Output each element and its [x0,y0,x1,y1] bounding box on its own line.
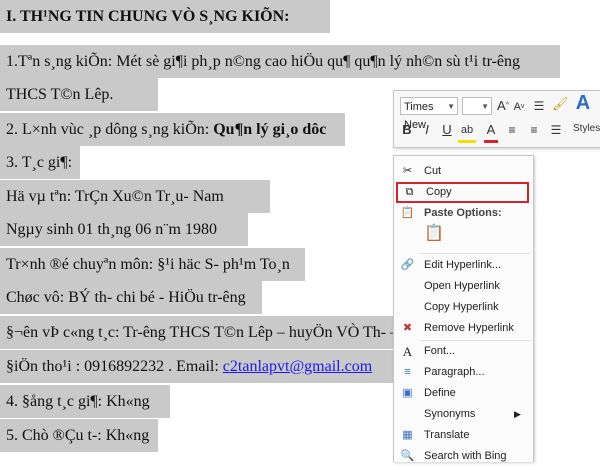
menu-item-label: Copy [426,186,452,198]
highlight-color-button[interactable]: ab [458,120,476,143]
line-text: 2. L×nh vùc ¸p dông s¸ng kiÕn: [6,121,214,138]
text-line: Tr×nh ®é chuyªn môn: §¹i häc S- ph¹m To¸… [0,248,305,281]
menu-item-label: Synonyms [424,408,476,420]
menu-section-paste-options: 📋 Paste Options: [394,203,533,224]
text-line: 5. Chò ®Çu t-: Kh«ng [0,419,158,452]
styles-gallery-icon[interactable]: ☰ [548,120,564,140]
scissors-icon: ✂ [402,165,413,177]
text-line: Chøc vô: BÝ th- chi bé - HiÖu tr-êng [0,281,262,314]
underline-button[interactable]: U [440,120,454,140]
menu-item-synonyms[interactable]: Synonyms ▶ [394,404,533,425]
italic-button[interactable]: I [420,120,434,140]
text-line: 3. T¸c gi¶: [0,146,80,179]
font-icon: A [402,344,413,359]
shrink-font-icon[interactable]: Av [512,97,526,117]
section-heading: I. TH¹NG TIN CHUNG VÒ S¸NG KIÕN: [0,0,330,33]
menu-item-label: Edit Hyperlink... [424,259,502,271]
search-bing-icon: 🔍 [400,450,415,462]
font-size-box[interactable]: ▼ [462,97,492,115]
menu-item-cut[interactable]: ✂ Cut [394,161,533,182]
text-line: Hä vµ tªn: TrÇn Xu©n Tr¸u- Nam [0,180,270,213]
font-color-button[interactable]: A [484,120,498,143]
bold-button[interactable]: B [400,120,414,140]
chevron-right-icon: ▶ [514,409,521,419]
paste-icon: 📋 [424,225,444,242]
chevron-down-icon[interactable]: ▼ [447,98,455,116]
menu-item-edit-hyperlink[interactable]: 🔗 Edit Hyperlink... [394,255,533,276]
text-line: 4. §ång t¸c gi¶: Kh«ng [0,385,170,418]
menu-item-label: Copy Hyperlink [424,301,499,313]
font-name-box[interactable]: Times New ▼ [400,97,458,131]
context-menu: ✂ Cut ⧉ Copy 📋 Paste Options: 📋 🔗 Edit H… [393,155,534,462]
menu-separator [420,253,530,254]
styles-label[interactable]: Styles [573,123,600,134]
text-line: §iÖn tho¹i : 0916892232 . Email: c2tanla… [0,350,393,383]
text-line: §¬ên vÞ c«ng t¸c: Tr-êng THCS T©n Lêp – … [0,316,398,349]
menu-item-define[interactable]: ▣ Define [394,383,533,404]
text-line: 1.Tªn s¸ng kiÕn: Mét sè gi¶i ph¸p n©ng c… [0,45,560,78]
text-line: THCS T©n Lêp. [0,78,158,111]
menu-item-label: Define [424,387,456,399]
menu-item-label: Paragraph... [424,366,485,378]
grow-font-icon[interactable]: A^ [496,96,510,116]
menu-item-font[interactable]: A Font... [394,341,533,362]
menu-item-label: Remove Hyperlink [424,322,514,334]
remove-hyperlink-icon: ✖ [402,322,413,334]
menu-item-remove-hyperlink[interactable]: ✖ Remove Hyperlink [394,318,533,339]
menu-item-label: Open Hyperlink [424,280,500,292]
menu-item-copy[interactable]: ⧉ Copy [396,182,529,203]
text-line: 2. L×nh vùc ¸p dông s¸ng kiÕn: Qu¶n lý g… [0,113,345,146]
edit-hyperlink-icon: 🔗 [400,259,415,271]
paste-keep-text-button[interactable]: 📋 [394,224,533,250]
menu-item-label: Font... [424,345,456,357]
translate-icon: ▦ [402,429,413,441]
menu-item-label: Cut [424,165,442,177]
menu-item-search-bing[interactable]: 🔍 Search with Bing [394,446,533,467]
chevron-down-icon[interactable]: ▼ [481,98,489,116]
styles-icon[interactable]: A [574,93,592,113]
menu-item-paragraph[interactable]: ≡ Paragraph... [394,362,533,383]
numbering-icon[interactable]: ≡ [526,120,542,140]
paragraph-icon: ≡ [404,366,411,378]
define-icon: ▣ [402,387,413,399]
clipboard-icon: 📋 [400,207,415,219]
menu-item-open-hyperlink[interactable]: Open Hyperlink [394,276,533,297]
styles-pane-icon[interactable]: ☰ [532,96,546,116]
menu-item-label: Translate [424,429,470,441]
line-text: §iÖn tho¹i : 0916892232 . Email: [6,358,223,375]
mini-toolbar: Times New ▼ ▼ A^ Av ☰ 🖌 A B I U ab A ≡ ≡ … [393,90,600,148]
bold-text: Qu¶n lý gi¸o dôc [213,121,327,138]
text-line: Ngµy sinh 01 th¸ng 06 n¨m 1980 [0,213,248,246]
menu-section-label: Paste Options: [424,207,502,219]
menu-item-copy-hyperlink[interactable]: Copy Hyperlink [394,297,533,318]
format-painter-icon[interactable]: 🖌 [552,94,569,114]
menu-item-label: Search with Bing [424,450,507,462]
email-link[interactable]: c2tanlapvt@gmail.com [223,358,372,375]
copy-icon: ⧉ [405,186,414,198]
bullets-icon[interactable]: ≡ [504,120,520,140]
menu-item-translate[interactable]: ▦ Translate [394,425,533,446]
